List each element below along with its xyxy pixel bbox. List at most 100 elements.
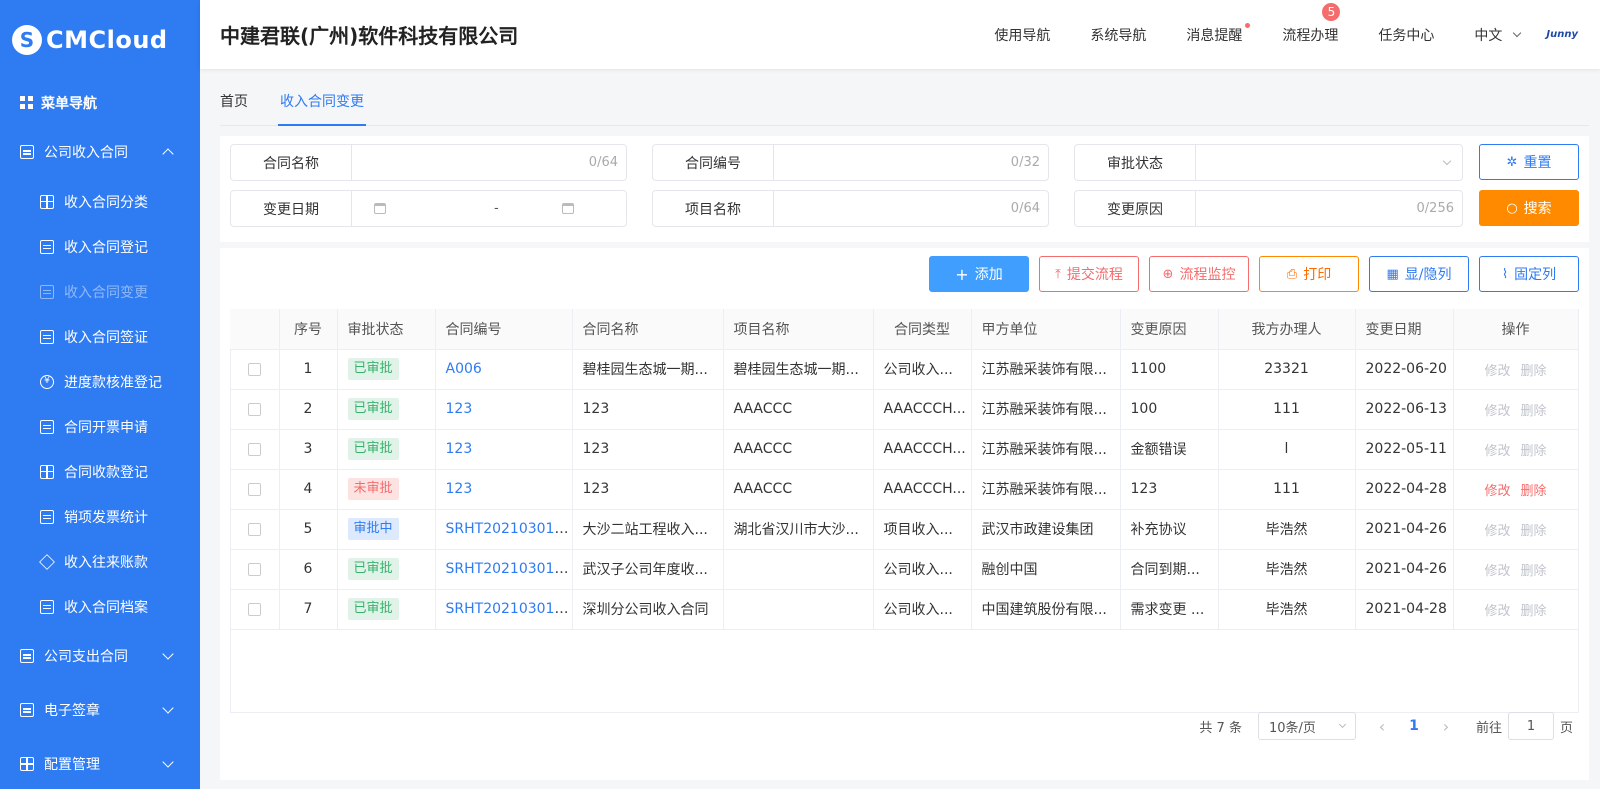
reset-icon: ✲ [1506, 154, 1518, 170]
project-name-input[interactable]: 0/64 [774, 191, 1048, 226]
table-row[interactable]: 7 已审批 SRHT2021030124 深圳分公司收入合同 公司收入... 中国建筑股份… [230, 589, 1579, 630]
nav-usage-guide[interactable]: 使用导航 [994, 25, 1050, 45]
search-button[interactable]: ○ 搜索 [1479, 190, 1579, 226]
sidebar-group-e-signature[interactable]: 电子签章 [0, 683, 200, 737]
cell-handler: 毕浩然 [1218, 549, 1356, 590]
flow-monitor-button[interactable]: ⊕ 流程监控 [1149, 256, 1249, 292]
delete-button[interactable]: 删除 [1521, 444, 1547, 459]
row-checkbox[interactable] [247, 362, 261, 376]
sidebar-item-contract-visa[interactable]: 收入合同签证 [0, 314, 200, 359]
cell-type: 公司收入... [873, 549, 972, 590]
sidebar-item-progress-payment[interactable]: ¥ 进度款核准登记 [0, 359, 200, 404]
add-button[interactable]: + 添加 [929, 256, 1029, 292]
edit-button[interactable]: 修改 [1484, 484, 1510, 499]
cell-no: 6 [279, 549, 338, 590]
header-select-all[interactable] [230, 309, 280, 350]
sidebar-item-contract-change[interactable]: 收入合同变更 [0, 269, 200, 314]
nav-messages[interactable]: 消息提醒 [1186, 22, 1251, 45]
fix-columns-button[interactable]: ⌇ 固定列 [1479, 256, 1579, 292]
delete-button[interactable]: 删除 [1521, 524, 1547, 539]
sidebar-item-invoice-request[interactable]: 合同开票申请 [0, 404, 200, 449]
sidebar-item-receipt-register[interactable]: 合同收款登记 [0, 449, 200, 494]
document-icon [20, 145, 34, 159]
cell-type: 公司收入... [873, 349, 972, 390]
change-reason-input[interactable]: 0/256 [1196, 191, 1462, 226]
table-row[interactable]: 6 已审批 SRHT2021030125 武汉子公司年度收... 公司收入... 融创中国… [230, 549, 1579, 590]
nav-system-guide[interactable]: 系统导航 [1090, 25, 1146, 45]
cell-party: 武汉市政建设集团 [971, 509, 1121, 550]
contract-change-table: 序号 审批状态 合同编号 合同名称 项目名称 合同类型 甲方单位 变更原因 我方… [230, 309, 1579, 630]
contract-name-input[interactable]: 0/64 [352, 145, 626, 180]
cell-status: 已审批 [337, 389, 436, 430]
document-icon [20, 649, 34, 663]
sidebar-item-label: 收入合同变更 [64, 284, 148, 301]
edit-button[interactable]: 修改 [1484, 564, 1510, 579]
contract-no-input[interactable]: 0/32 [774, 145, 1048, 180]
cell-actions: 修改 删除 [1453, 509, 1579, 550]
table-row[interactable]: 2 已审批 123 123 AAACCC AAACCCH... 江苏融采装饰有限... 100… [230, 389, 1579, 430]
logo-icon: S [12, 25, 42, 55]
toggle-columns-button[interactable]: ▦ 显/隐列 [1369, 256, 1469, 292]
submit-flow-label: 提交流程 [1066, 267, 1123, 283]
edit-button[interactable]: 修改 [1484, 524, 1510, 539]
menu-navigation[interactable]: 菜单导航 [0, 80, 200, 125]
char-counter: 0/256 [1416, 201, 1454, 216]
row-checkbox[interactable] [247, 442, 261, 456]
next-page-icon[interactable]: › [1430, 717, 1462, 736]
contract-code-link[interactable]: A006 [446, 361, 482, 377]
logo[interactable]: S CMCloud [0, 0, 200, 80]
edit-button[interactable]: 修改 [1484, 604, 1510, 619]
row-checkbox[interactable] [247, 482, 261, 496]
row-checkbox[interactable] [247, 402, 261, 416]
table-row[interactable]: 3 已审批 123 123 AAACCC AAACCCH... 江苏融采装饰有限... 金额错… [230, 429, 1579, 470]
tab-income-contract-change[interactable]: 收入合同变更 [278, 88, 366, 126]
contract-code-link[interactable]: 123 [446, 401, 473, 417]
edit-button[interactable]: 修改 [1484, 364, 1510, 379]
contract-code-link[interactable]: SRHT2021030125 [446, 561, 572, 577]
contract-code-link[interactable]: SRHT2021030124 [446, 601, 572, 617]
edit-button[interactable]: 修改 [1484, 444, 1510, 459]
page-tabs: 首页 收入合同变更 [220, 88, 1589, 126]
delete-button[interactable]: 删除 [1521, 484, 1547, 499]
edit-button[interactable]: 修改 [1484, 404, 1510, 419]
delete-button[interactable]: 删除 [1521, 604, 1547, 619]
change-date-field: 变更日期 - [230, 190, 627, 227]
language-select[interactable]: 中文 [1474, 25, 1522, 45]
reset-button[interactable]: ✲ 重置 [1479, 144, 1579, 180]
sidebar-item-contract-register[interactable]: 收入合同登记 [0, 224, 200, 269]
id-card-icon [40, 239, 54, 254]
current-page[interactable]: 1 [1398, 718, 1430, 734]
print-button[interactable]: ⎙ 打印 [1259, 256, 1359, 292]
sidebar-item-contract-category[interactable]: 收入合同分类 [0, 179, 200, 224]
approval-status-select[interactable] [1196, 145, 1462, 180]
nav-flow-handling[interactable]: 流程办理 5 [1282, 2, 1341, 45]
delete-button[interactable]: 删除 [1521, 564, 1547, 579]
status-badge: 审批中 [347, 518, 399, 540]
contract-code-link[interactable]: 123 [446, 441, 473, 457]
row-checkbox[interactable] [247, 522, 261, 536]
sidebar-item-receivables[interactable]: 收入往来账款 [0, 539, 200, 584]
page-size-select[interactable]: 10条/页 [1257, 712, 1356, 740]
sidebar-item-label: 收入合同档案 [64, 599, 148, 616]
cell-actions: 修改 删除 [1453, 389, 1579, 430]
delete-button[interactable]: 删除 [1521, 404, 1547, 419]
goto-page-input[interactable]: 1 [1507, 712, 1554, 740]
sidebar-group-config[interactable]: 配置管理 [0, 737, 200, 789]
table-row[interactable]: 5 审批中 SRHT2021030121 大沙二站工程收入... 湖北省汉川市大沙...… [230, 509, 1579, 550]
table-row[interactable]: 4 未审批 123 123 AAACCC AAACCCH... 江苏融采装饰有限... 123… [230, 469, 1579, 510]
delete-button[interactable]: 删除 [1521, 364, 1547, 379]
table-row[interactable]: 1 已审批 A006 碧桂园生态城一期... 碧桂园生态城一期... 公司收入... 江苏融… [230, 349, 1579, 390]
contract-code-link[interactable]: SRHT2021030121 [446, 521, 572, 537]
row-checkbox[interactable] [247, 602, 261, 616]
row-checkbox[interactable] [247, 562, 261, 576]
tab-home[interactable]: 首页 [220, 88, 248, 126]
submit-flow-button[interactable]: ⤒ 提交流程 [1039, 256, 1139, 292]
nav-task-center[interactable]: 任务中心 [1378, 25, 1434, 45]
sidebar-item-output-invoice[interactable]: 销项发票统计 [0, 494, 200, 539]
sidebar-group-income-contract[interactable]: 公司收入合同 [0, 125, 200, 179]
sidebar-item-contract-archive[interactable]: 收入合同档案 [0, 584, 200, 629]
sidebar-group-expense-contract[interactable]: 公司支出合同 [0, 629, 200, 683]
change-date-range[interactable]: - [352, 191, 626, 226]
contract-code-link[interactable]: 123 [446, 481, 473, 497]
prev-page-icon[interactable]: ‹ [1366, 717, 1398, 736]
